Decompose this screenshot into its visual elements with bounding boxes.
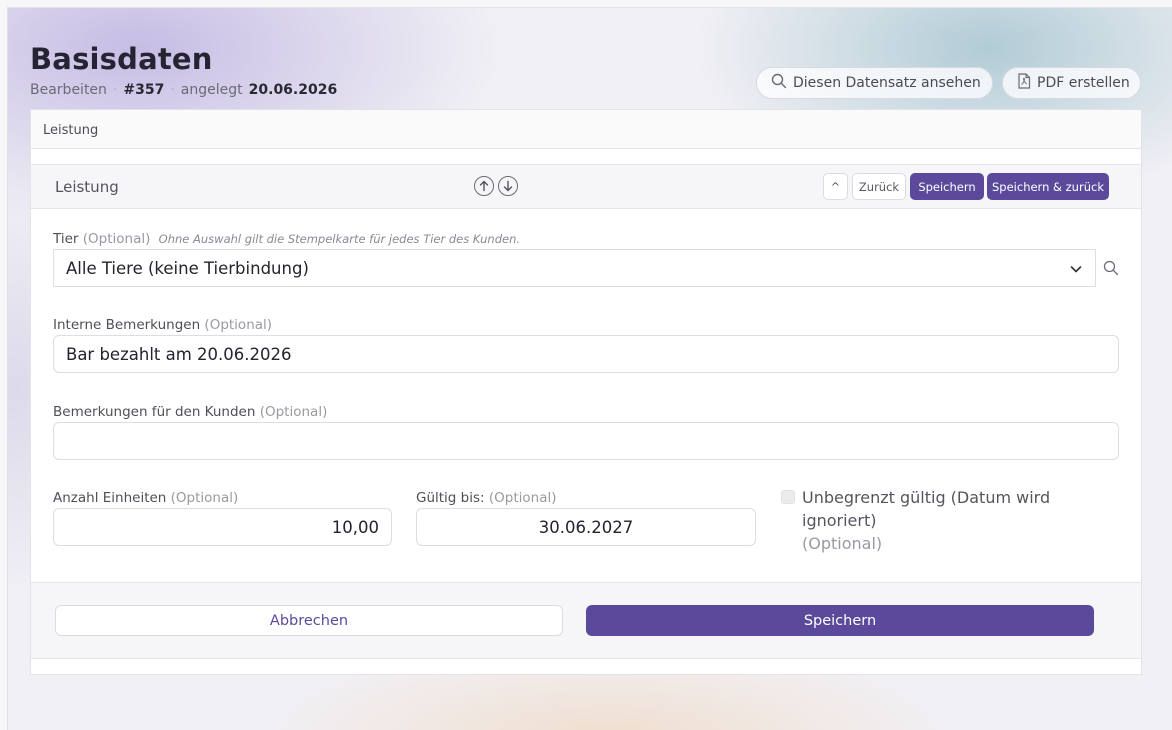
optional-tag: (Optional) <box>802 534 883 553</box>
collapse-button[interactable]: ^ <box>823 173 848 200</box>
customer-notes-label-text: Bemerkungen für den Kunden <box>53 404 256 420</box>
form-card: Leistung Leistung ^ Zurück Speichern Spe… <box>30 109 1142 675</box>
created-label: angelegt <box>180 82 243 98</box>
tier-label-text: Tier <box>53 231 79 247</box>
valid-until-label-text: Gültig bis: <box>416 490 485 506</box>
valid-until-value: 30.06.2027 <box>538 517 634 537</box>
tier-select[interactable]: Alle Tiere (keine Tierbindung) <box>53 249 1096 287</box>
save-label: Speichern <box>803 612 877 629</box>
unlimited-label-text: Unbegrenzt gültig (Datum wird ignoriert) <box>802 488 1051 530</box>
internal-notes-value: Bar bezahlt am 20.06.2026 <box>66 344 292 364</box>
units-value: 10,00 <box>331 517 379 537</box>
tier-hint: Ohne Auswahl gilt die Stempelkarte für j… <box>158 232 521 246</box>
save-and-back-button[interactable]: Speichern & zurück <box>987 173 1109 200</box>
tier-label: Tier (Optional) Ohne Auswahl gilt die St… <box>53 231 520 247</box>
tier-select-value: Alle Tiere (keine Tierbindung) <box>66 258 309 278</box>
optional-tag: (Optional) <box>204 317 273 333</box>
top-border <box>0 0 1172 7</box>
unlimited-label: Unbegrenzt gültig (Datum wird ignoriert)… <box>802 486 1122 555</box>
mode-label: Bearbeiten <box>30 82 107 98</box>
internal-notes-label: Interne Bemerkungen (Optional) <box>53 317 272 333</box>
section-title: Leistung <box>55 178 119 196</box>
separator-dot: · <box>112 82 118 98</box>
save-button[interactable]: Speichern <box>586 605 1094 636</box>
page-title: Basisdaten <box>30 42 213 76</box>
internal-notes-label-text: Interne Bemerkungen <box>53 317 201 333</box>
optional-tag: (Optional) <box>170 490 239 506</box>
view-record-button[interactable]: Diesen Datensatz ansehen <box>756 67 993 99</box>
move-down-icon[interactable] <box>498 176 518 196</box>
valid-until-field[interactable]: 30.06.2027 <box>416 508 756 546</box>
section-save-button[interactable]: Speichern <box>910 173 984 200</box>
optional-tag: (Optional) <box>488 490 557 506</box>
tab-label: Leistung <box>43 123 99 138</box>
tab-leistung[interactable]: Leistung <box>31 110 1141 149</box>
valid-until-label: Gültig bis: (Optional) <box>416 490 557 506</box>
customer-notes-field[interactable] <box>53 422 1119 460</box>
cancel-label: Abbrechen <box>269 612 349 629</box>
units-label-text: Anzahl Einheiten <box>53 490 167 506</box>
back-button[interactable]: Zurück <box>852 173 906 200</box>
search-icon[interactable] <box>1103 260 1119 280</box>
create-pdf-button[interactable]: PDF erstellen <box>1002 67 1141 99</box>
optional-tag: (Optional) <box>82 231 151 247</box>
left-border <box>0 0 7 730</box>
search-icon <box>771 73 787 93</box>
customer-notes-label: Bemerkungen für den Kunden (Optional) <box>53 404 327 420</box>
back-label: Zurück <box>858 179 900 194</box>
record-id: #357 <box>123 82 165 98</box>
create-pdf-label: PDF erstellen <box>1037 75 1130 91</box>
unlimited-checkbox[interactable] <box>781 490 795 504</box>
units-label: Anzahl Einheiten (Optional) <box>53 490 238 506</box>
optional-tag: (Optional) <box>259 404 328 420</box>
units-field[interactable]: 10,00 <box>53 508 392 546</box>
record-meta: Bearbeiten · #357 · angelegt 20.06.2026 <box>30 82 337 98</box>
collapse-label: ^ <box>830 179 841 194</box>
save-and-back-label: Speichern & zurück <box>992 179 1104 194</box>
separator-dot: · <box>170 82 175 98</box>
move-up-icon[interactable] <box>474 176 494 196</box>
internal-notes-field[interactable]: Bar bezahlt am 20.06.2026 <box>53 335 1119 373</box>
chevron-down-icon <box>1069 261 1083 280</box>
pdf-file-icon <box>1017 73 1031 93</box>
form-footer: Abbrechen Speichern <box>31 582 1141 659</box>
section-save-label: Speichern <box>918 179 976 194</box>
section-header: Leistung ^ Zurück Speichern Speichern & … <box>31 164 1141 209</box>
view-record-label: Diesen Datensatz ansehen <box>793 75 981 91</box>
created-date: 20.06.2026 <box>248 82 338 98</box>
cancel-button[interactable]: Abbrechen <box>55 605 563 636</box>
